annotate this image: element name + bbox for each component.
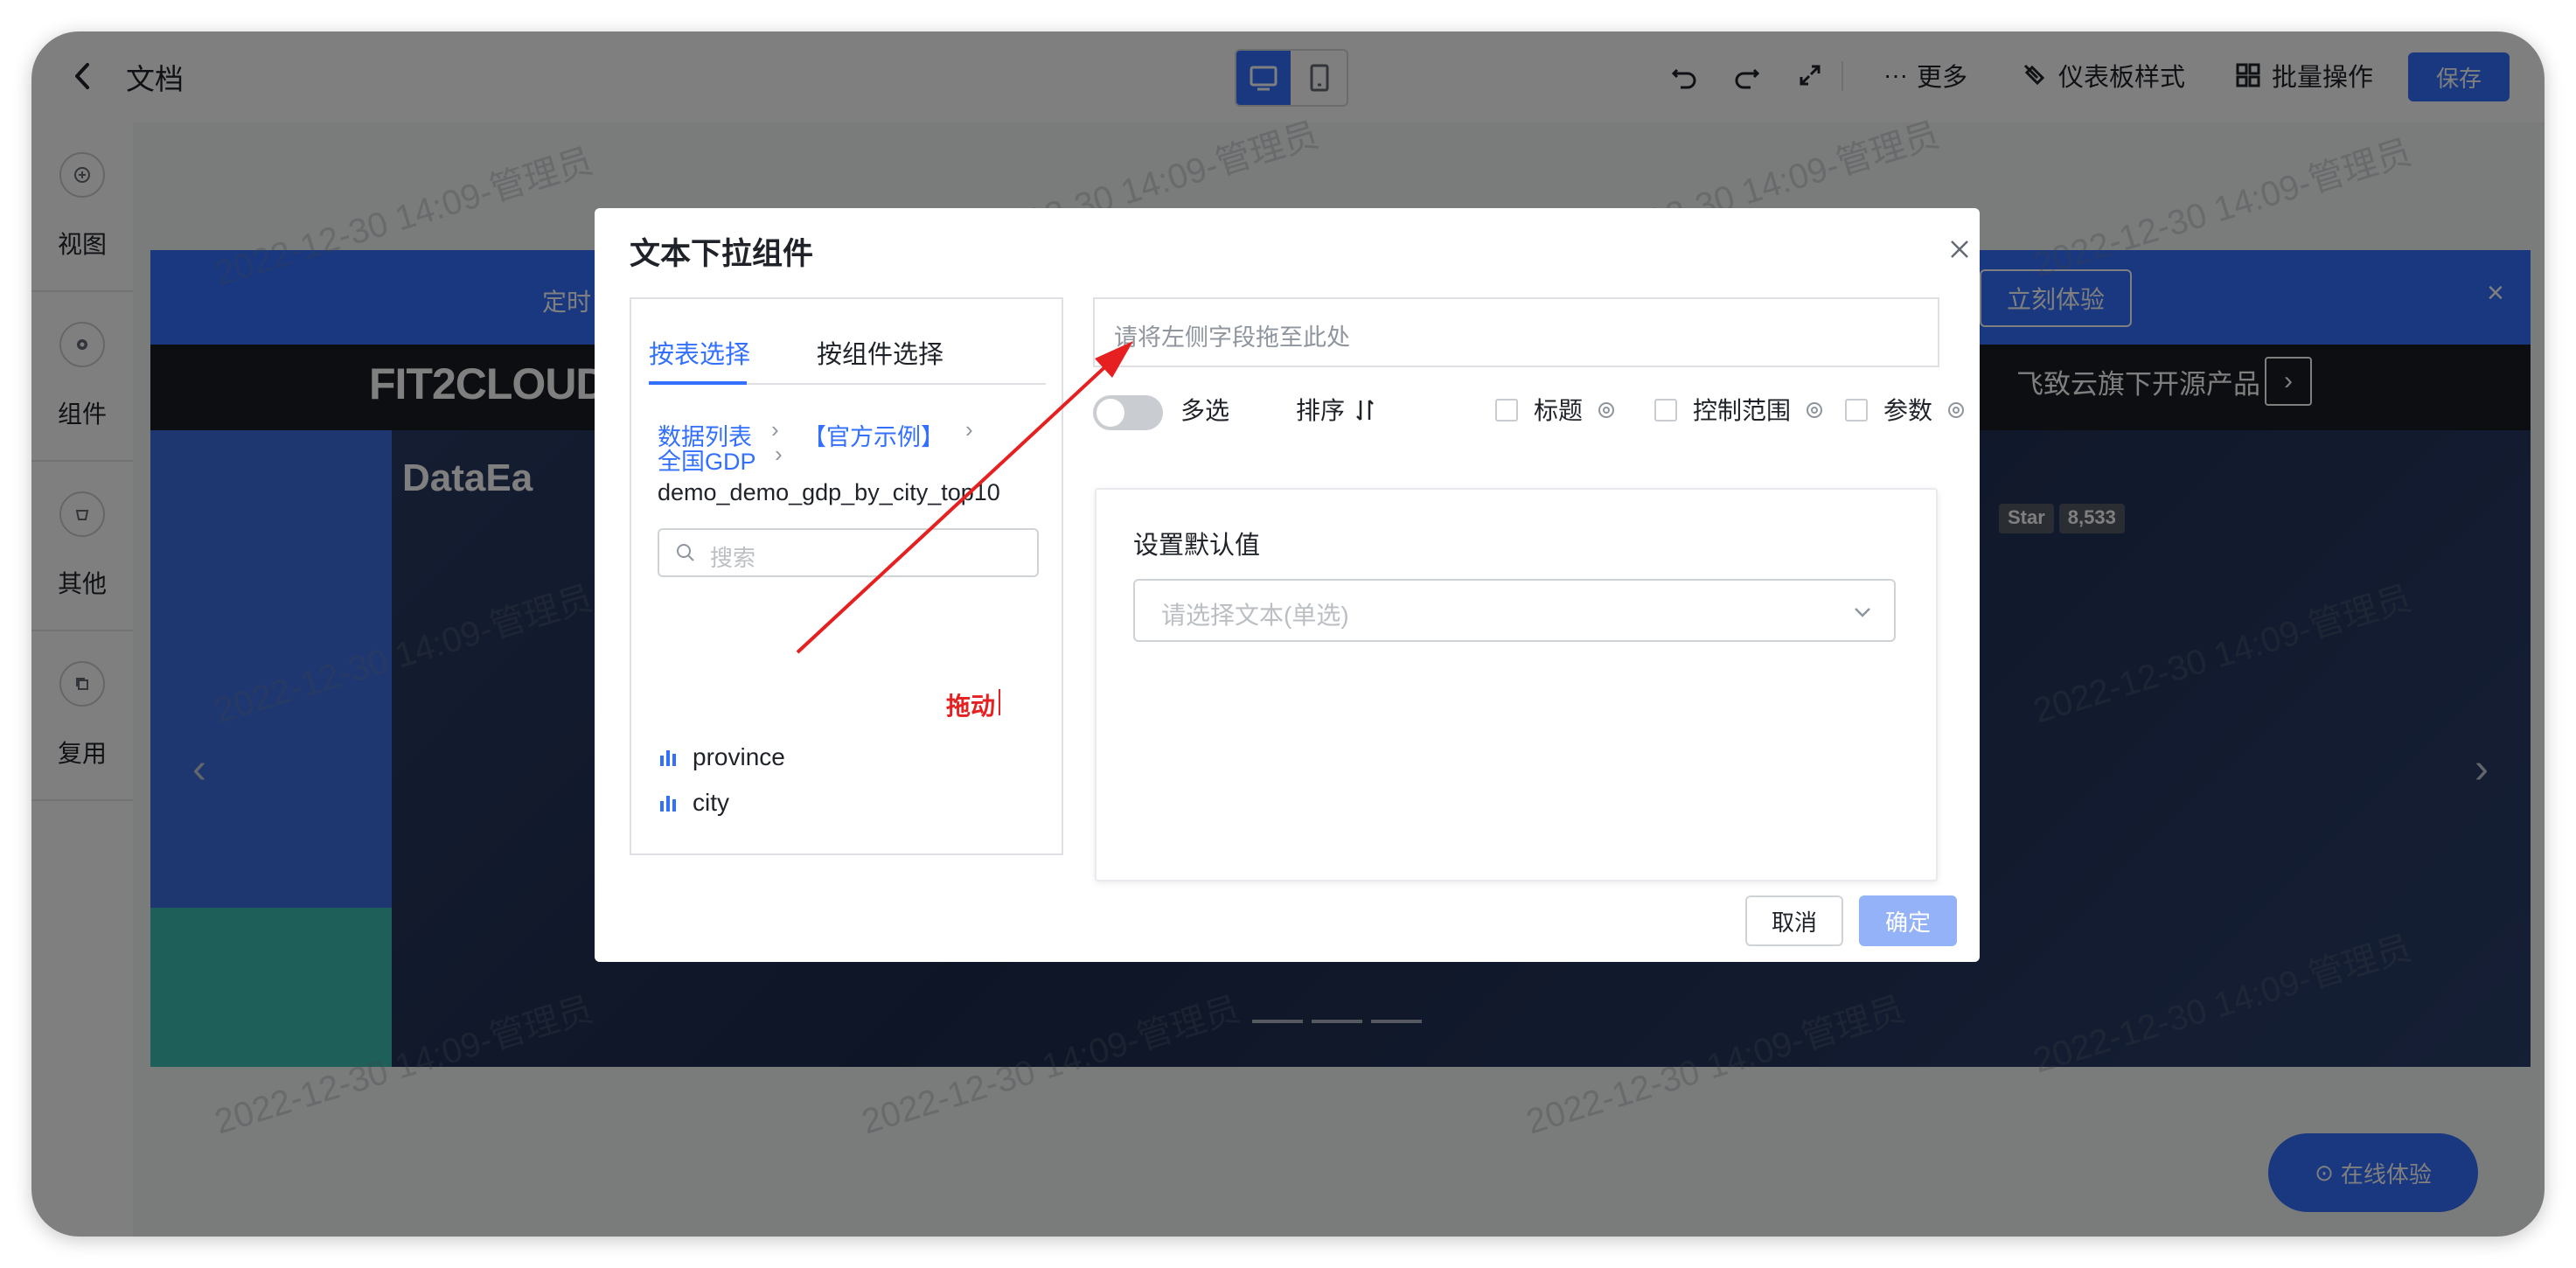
chevron-right-icon: › — [775, 441, 783, 467]
gear-icon[interactable] — [1595, 399, 1618, 422]
sort-label[interactable]: 排序 — [1296, 392, 1345, 427]
control-range-label: 控制范围 — [1693, 397, 1792, 424]
control-range-checkbox[interactable] — [1654, 399, 1677, 422]
field-item-city[interactable]: city — [658, 789, 729, 817]
bar-chart-icon — [660, 750, 676, 766]
field-label: city — [693, 789, 729, 816]
confirm-button[interactable]: 确定 — [1859, 895, 1957, 946]
chevron-down-icon — [1855, 608, 1870, 617]
dialog-title: 文本下拉组件 — [630, 237, 814, 271]
breadcrumb-official-example[interactable]: 【官方示例】 — [803, 418, 944, 452]
chevron-right-icon: › — [771, 416, 779, 442]
text-dropdown-dialog: 文本下拉组件 按表选择 按组件选择 数据列表 › 【官方示例】 › 全国GDP … — [595, 208, 1980, 962]
cancel-button[interactable]: 取消 — [1745, 895, 1843, 946]
field-search-input[interactable]: 搜索 — [658, 528, 1039, 577]
param-checkbox[interactable] — [1845, 399, 1868, 422]
dataset-name: demo_demo_gdp_by_city_top10 — [658, 479, 1000, 505]
bar-chart-icon — [660, 796, 676, 812]
title-checkbox[interactable] — [1495, 399, 1518, 422]
param-label: 参数 — [1883, 397, 1933, 424]
active-tab-indicator — [649, 381, 747, 385]
app-window: 文档 ··· 更多 仪表板样式 批量操作 保存 — [31, 31, 2545, 1237]
multi-select-label: 多选 — [1180, 397, 1230, 424]
drag-annotation: 拖动 — [946, 693, 996, 720]
field-item-province[interactable]: province — [658, 743, 785, 771]
field-label: province — [693, 743, 785, 770]
field-source-panel: 按表选择 按组件选择 数据列表 › 【官方示例】 › 全国GDP › demo_… — [630, 297, 1063, 855]
switch-knob — [1097, 399, 1124, 427]
breadcrumb-gdp[interactable]: 全国GDP — [658, 442, 756, 477]
default-value-select[interactable]: 请选择文本(单选) — [1133, 579, 1896, 642]
drop-placeholder: 请将左侧字段拖至此处 — [1114, 324, 1350, 351]
tab-by-component[interactable]: 按组件选择 — [817, 334, 943, 371]
multi-select-switch[interactable] — [1093, 395, 1163, 430]
text-cursor — [999, 689, 1000, 715]
sort-icon[interactable] — [1352, 395, 1378, 425]
close-icon[interactable] — [1946, 236, 1973, 262]
tab-by-table[interactable]: 按表选择 — [649, 334, 750, 371]
search-placeholder: 搜索 — [710, 545, 756, 571]
chevron-right-icon: › — [965, 416, 973, 442]
default-value-card: 设置默认值 请选择文本(单选) — [1095, 488, 1938, 881]
default-value-placeholder: 请选择文本(单选) — [1161, 602, 1349, 629]
title-option-label: 标题 — [1534, 397, 1584, 424]
search-icon — [677, 544, 694, 561]
default-value-title: 设置默认值 — [1133, 532, 1261, 560]
field-drop-zone[interactable]: 请将左侧字段拖至此处 — [1093, 297, 1939, 367]
gear-icon[interactable] — [1945, 399, 1967, 422]
gear-icon[interactable] — [1803, 399, 1826, 422]
